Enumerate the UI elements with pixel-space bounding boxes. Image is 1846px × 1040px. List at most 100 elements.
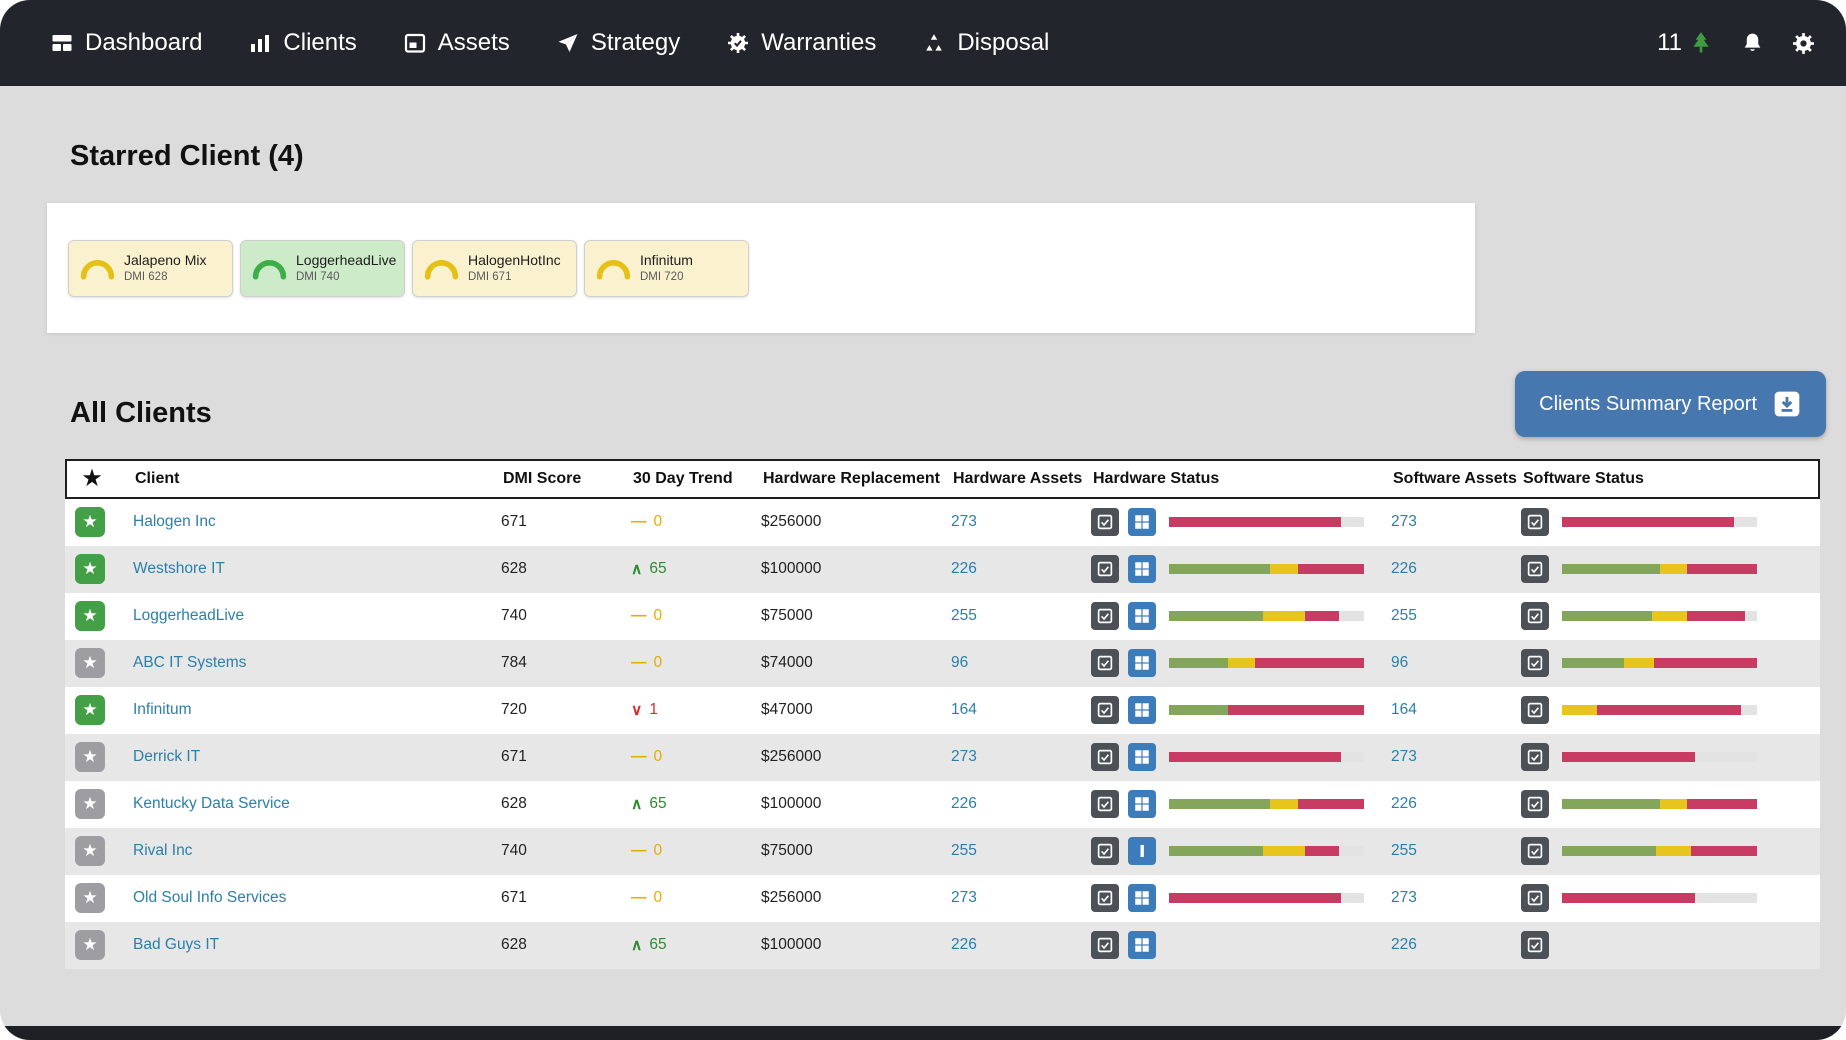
- grid-icon-button[interactable]: [1128, 649, 1156, 677]
- dmi-score: 628: [495, 795, 625, 813]
- check-icon-button[interactable]: [1521, 884, 1549, 912]
- check-icon-button[interactable]: [1091, 602, 1119, 630]
- check-icon-button[interactable]: [1521, 743, 1549, 771]
- starred-client-card[interactable]: LoggerheadLiveDMI 740: [240, 240, 405, 297]
- software-status-cell: [1515, 931, 1820, 959]
- grid-icon-button[interactable]: [1128, 743, 1156, 771]
- bar-icon-button[interactable]: [1128, 837, 1156, 865]
- check-icon-button[interactable]: [1521, 837, 1549, 865]
- check-icon-button[interactable]: [1091, 649, 1119, 677]
- check-icon-button[interactable]: [1091, 790, 1119, 818]
- check-icon-button[interactable]: [1521, 602, 1549, 630]
- tree-counter[interactable]: 11: [1657, 29, 1714, 57]
- hardware-assets-link[interactable]: 96: [951, 654, 968, 672]
- star-toggle[interactable]: ★: [75, 789, 105, 819]
- check-icon-button[interactable]: [1521, 696, 1549, 724]
- disposal-icon: [922, 31, 946, 55]
- check-icon-button[interactable]: [1091, 884, 1119, 912]
- grid-icon-button[interactable]: [1128, 696, 1156, 724]
- nav-item-label: Clients: [283, 29, 356, 57]
- check-icon-button[interactable]: [1521, 931, 1549, 959]
- hardware-assets-link[interactable]: 255: [951, 842, 977, 860]
- check-icon-button[interactable]: [1091, 555, 1119, 583]
- nav-item-strategy[interactable]: Strategy: [556, 29, 680, 57]
- hardware-assets-link[interactable]: 164: [951, 701, 977, 719]
- status-bar: [1562, 752, 1757, 762]
- grid-icon-button[interactable]: [1128, 602, 1156, 630]
- software-assets-link[interactable]: 273: [1391, 513, 1417, 531]
- nav-item-clients[interactable]: Clients: [248, 29, 356, 57]
- starred-client-card[interactable]: HalogenHotIncDMI 671: [412, 240, 577, 297]
- check-icon-button[interactable]: [1521, 555, 1549, 583]
- bell-icon[interactable]: [1740, 31, 1765, 56]
- client-link[interactable]: Infinitum: [133, 701, 192, 719]
- software-assets-link[interactable]: 255: [1391, 842, 1417, 860]
- client-link[interactable]: Bad Guys IT: [133, 936, 219, 954]
- software-assets-link[interactable]: 96: [1391, 654, 1408, 672]
- star-toggle[interactable]: ★: [75, 554, 105, 584]
- star-toggle[interactable]: ★: [75, 695, 105, 725]
- software-assets-link[interactable]: 273: [1391, 889, 1417, 907]
- star-toggle[interactable]: ★: [75, 930, 105, 960]
- check-icon-button[interactable]: [1521, 790, 1549, 818]
- hardware-assets-link[interactable]: 226: [951, 560, 977, 578]
- badge-icon[interactable]: [1791, 31, 1816, 56]
- software-assets-link[interactable]: 226: [1391, 936, 1417, 954]
- client-link[interactable]: LoggerheadLive: [133, 607, 244, 625]
- hardware-assets-link[interactable]: 255: [951, 607, 977, 625]
- nav-item-disposal[interactable]: Disposal: [922, 29, 1049, 57]
- status-bar: [1562, 846, 1757, 856]
- nav-right: 11: [1657, 29, 1816, 57]
- trend-value: —0: [625, 889, 755, 907]
- check-icon-button[interactable]: [1091, 931, 1119, 959]
- client-link[interactable]: Westshore IT: [133, 560, 225, 578]
- software-assets-link[interactable]: 226: [1391, 560, 1417, 578]
- star-toggle[interactable]: ★: [75, 507, 105, 537]
- client-link[interactable]: Halogen Inc: [133, 513, 216, 531]
- star-toggle[interactable]: ★: [75, 883, 105, 913]
- client-link[interactable]: Kentucky Data Service: [133, 795, 290, 813]
- status-bar: [1562, 893, 1757, 903]
- hardware-assets-link[interactable]: 273: [951, 889, 977, 907]
- nav-item-assets[interactable]: Assets: [403, 29, 510, 57]
- nav-item-dashboard[interactable]: Dashboard: [50, 29, 202, 57]
- hardware-assets-link[interactable]: 273: [951, 748, 977, 766]
- trend-value: —0: [625, 748, 755, 766]
- window-bottom-edge: [0, 1026, 1846, 1040]
- grid-icon-button[interactable]: [1128, 931, 1156, 959]
- grid-icon-button[interactable]: [1128, 508, 1156, 536]
- software-assets-link[interactable]: 164: [1391, 701, 1417, 719]
- check-icon-button[interactable]: [1091, 508, 1119, 536]
- star-toggle[interactable]: ★: [75, 742, 105, 772]
- check-icon-button[interactable]: [1091, 696, 1119, 724]
- grid-icon-button[interactable]: [1128, 555, 1156, 583]
- clients-summary-report-button[interactable]: Clients Summary Report: [1515, 371, 1826, 437]
- check-icon-button[interactable]: [1091, 743, 1119, 771]
- check-icon-button[interactable]: [1521, 649, 1549, 677]
- check-icon-button[interactable]: [1521, 508, 1549, 536]
- hardware-assets-link[interactable]: 273: [951, 513, 977, 531]
- software-status-cell: [1515, 743, 1820, 771]
- check-icon-button[interactable]: [1091, 837, 1119, 865]
- client-link[interactable]: ABC IT Systems: [133, 654, 246, 672]
- card-client-name: Jalapeno Mix: [124, 252, 207, 270]
- software-assets-link[interactable]: 255: [1391, 607, 1417, 625]
- software-assets-link[interactable]: 273: [1391, 748, 1417, 766]
- grid-icon-button[interactable]: [1128, 790, 1156, 818]
- grid-icon-button[interactable]: [1128, 884, 1156, 912]
- nav-item-warranties[interactable]: Warranties: [726, 29, 876, 57]
- hardware-assets-link[interactable]: 226: [951, 795, 977, 813]
- starred-client-card[interactable]: Jalapeno MixDMI 628: [68, 240, 233, 297]
- hardware-assets-link[interactable]: 226: [951, 936, 977, 954]
- nav-item-label: Strategy: [591, 29, 680, 57]
- client-link[interactable]: Derrick IT: [133, 748, 200, 766]
- star-toggle[interactable]: ★: [75, 601, 105, 631]
- software-assets-link[interactable]: 226: [1391, 795, 1417, 813]
- star-toggle[interactable]: ★: [75, 648, 105, 678]
- star-toggle[interactable]: ★: [75, 836, 105, 866]
- client-link[interactable]: Rival Inc: [133, 842, 192, 860]
- client-link[interactable]: Old Soul Info Services: [133, 889, 286, 907]
- card-dmi-label: DMI 628: [124, 270, 207, 284]
- starred-client-card[interactable]: InfinitumDMI 720: [584, 240, 749, 297]
- table-row: ★Infinitum720∨1$47000164164: [65, 687, 1820, 734]
